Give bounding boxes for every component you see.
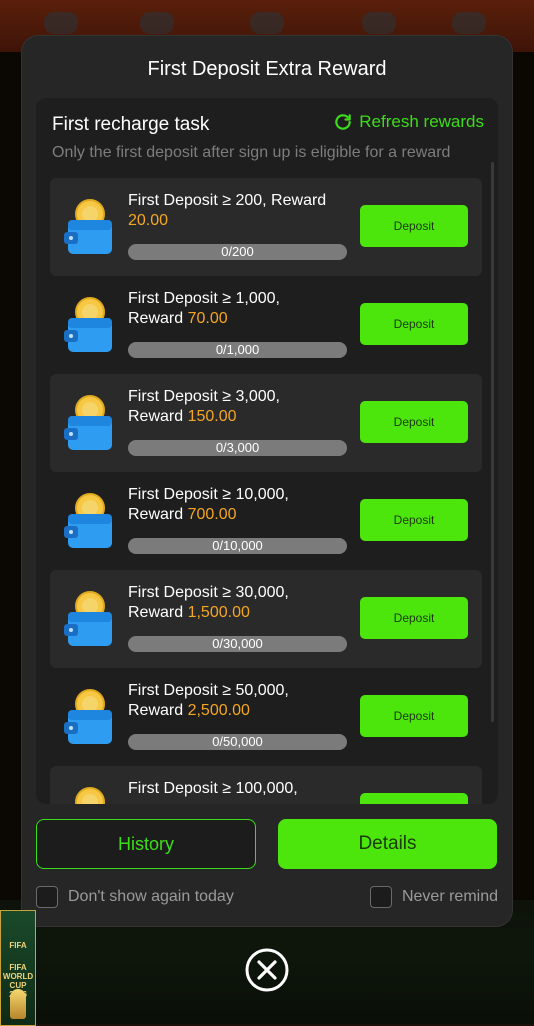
badge-title: FIFA xyxy=(9,941,27,950)
refresh-icon xyxy=(335,114,352,130)
task-requirement: First Deposit ≥ 1,000, xyxy=(128,290,280,307)
wallet-coin-icon xyxy=(64,395,112,450)
reward-amount: 20.00 xyxy=(128,212,169,229)
task-requirement: First Deposit ≥ 50,000, xyxy=(128,682,289,699)
wallet-coin-icon xyxy=(75,787,105,804)
task-card: First Deposit ≥ 200, Reward 20.00 0/200 D… xyxy=(50,178,482,276)
reward-prefix: Reward xyxy=(128,506,188,523)
never-remind-checkbox[interactable]: Never remind xyxy=(369,886,498,908)
task-requirement: First Deposit ≥ 100,000, xyxy=(128,780,298,797)
deposit-button[interactable]: Deposit xyxy=(360,695,468,737)
fifa-world-cup-badge[interactable]: FIFA FIFA WORLD CUP 2026 xyxy=(0,910,36,1026)
deposit-button[interactable]: Deposit xyxy=(360,401,468,443)
reward-prefix: Reward xyxy=(128,310,188,327)
checkbox-box[interactable] xyxy=(36,886,58,908)
progress-bar: 0/10,000 xyxy=(128,538,347,554)
checkbox-box[interactable] xyxy=(369,886,392,908)
task-card: First Deposit ≥ 1,000, Reward 70.00 0/1,… xyxy=(50,276,482,374)
first-deposit-modal: First Deposit Extra Reward First recharg… xyxy=(22,36,512,926)
task-card: First Deposit ≥ 3,000, Reward 150.00 0/3… xyxy=(50,374,482,472)
deposit-button[interactable]: Deposit xyxy=(360,205,468,247)
task-description: First Deposit ≥ 30,000, Reward 1,500.00 xyxy=(128,583,350,623)
reward-amount: 1,500.00 xyxy=(187,604,250,621)
task-requirement: First Deposit ≥ 10,000, xyxy=(128,486,289,503)
dont-show-today-checkbox[interactable]: Don't show again today xyxy=(36,886,234,908)
progress-bar: 0/1,000 xyxy=(128,342,347,358)
progress-bar: 0/3,000 xyxy=(128,440,347,456)
modal-title: First Deposit Extra Reward xyxy=(147,58,387,80)
reward-amount: 70.00 xyxy=(187,310,228,327)
task-requirement: First Deposit ≥ 3,000, xyxy=(128,388,280,405)
progress-bar: 0/50,000 xyxy=(128,734,347,750)
dont-show-label: Don't show again today xyxy=(68,888,234,905)
task-card: First Deposit ≥ 30,000, Reward 1,500.00 … xyxy=(50,570,482,668)
scrollbar[interactable] xyxy=(491,162,494,722)
task-description: First Deposit ≥ 3,000, Reward 150.00 xyxy=(128,387,350,427)
wallet-coin-icon xyxy=(64,591,112,646)
task-description: First Deposit ≥ 1,000, Reward 70.00 xyxy=(128,289,350,329)
deposit-button[interactable]: Deposit xyxy=(360,597,468,639)
task-requirement: First Deposit ≥ 30,000, xyxy=(128,584,289,601)
reward-prefix: Reward xyxy=(128,408,188,425)
deposit-button[interactable]: Deposit xyxy=(360,499,468,541)
reward-amount: 150.00 xyxy=(187,408,237,425)
close-icon[interactable] xyxy=(244,947,290,993)
task-description: First Deposit ≥ 100,000, xyxy=(128,779,350,799)
reward-amount: 2,500.00 xyxy=(187,702,250,719)
task-description: First Deposit ≥ 200, Reward 20.00 xyxy=(128,191,350,231)
task-card: First Deposit ≥ 10,000, Reward 700.00 0/… xyxy=(50,472,482,570)
never-remind-label: Never remind xyxy=(401,888,498,905)
task-title: First recharge task xyxy=(52,114,210,135)
deposit-button[interactable] xyxy=(360,793,468,804)
task-description: First Deposit ≥ 50,000, Reward 2,500.00 xyxy=(128,681,350,721)
wallet-coin-icon xyxy=(64,689,112,744)
refresh-rewards-label: Refresh rewards xyxy=(359,112,484,131)
task-requirement: First Deposit ≥ 200, Reward xyxy=(128,192,327,209)
progress-bar: 0/200 xyxy=(128,244,347,260)
reward-prefix: Reward xyxy=(128,702,188,719)
eligibility-note: Only the first deposit after sign up is … xyxy=(52,144,451,161)
task-description: First Deposit ≥ 10,000, Reward 700.00 xyxy=(128,485,350,525)
reward-prefix: Reward xyxy=(128,604,188,621)
details-button[interactable]: Details xyxy=(278,819,497,869)
reward-amount: 700.00 xyxy=(187,506,237,523)
task-list[interactable]: First Deposit ≥ 200, Reward 20.00 0/200 D… xyxy=(50,178,482,804)
task-panel: First recharge task Refresh rewards Only… xyxy=(36,98,498,804)
history-button[interactable]: History xyxy=(36,819,256,869)
deposit-button[interactable]: Deposit xyxy=(360,303,468,345)
task-card: First Deposit ≥ 50,000, Reward 2,500.00 … xyxy=(50,668,482,766)
wallet-coin-icon xyxy=(64,297,112,352)
task-card: First Deposit ≥ 100,000, xyxy=(50,766,482,804)
trophy-icon xyxy=(10,989,26,1019)
progress-bar: 0/30,000 xyxy=(128,636,347,652)
refresh-rewards-button[interactable]: Refresh rewards xyxy=(333,112,484,132)
wallet-coin-icon xyxy=(64,199,112,254)
wallet-coin-icon xyxy=(64,493,112,548)
